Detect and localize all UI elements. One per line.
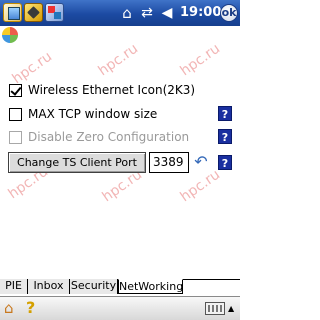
settings-icon[interactable] (45, 3, 64, 22)
help-button-zero-config[interactable]: ? (218, 129, 232, 144)
home-icon[interactable]: ⌂ (4, 300, 20, 316)
undo-icon[interactable]: ↶ (192, 153, 210, 171)
help-button-ts-port[interactable]: ? (218, 155, 232, 170)
status-bar: ⌂ ⇄ ◀ 19:00 ok (0, 0, 240, 26)
keyboard-icon[interactable] (205, 302, 225, 315)
tab-bar: PIE Inbox Security NetWorking (0, 279, 240, 294)
option-max-tcp-window-size[interactable]: MAX TCP window size (9, 106, 157, 122)
app-icon[interactable] (3, 3, 22, 22)
tab-inbox[interactable]: Inbox (28, 279, 70, 294)
tab-security[interactable]: Security (70, 279, 118, 294)
title-row (0, 26, 240, 44)
ts-port-input[interactable]: 3389 (149, 152, 189, 173)
ok-button[interactable]: ok (220, 4, 238, 22)
help-icon[interactable]: ? (26, 299, 40, 317)
tools-icon[interactable] (24, 3, 43, 22)
tab-networking[interactable]: NetWorking (118, 279, 183, 294)
checkbox-max-tcp-window-size[interactable] (9, 107, 22, 121)
option-label: Disable Zero Configuration (28, 130, 190, 144)
watermark: hpc.ru (95, 40, 142, 80)
checkbox-wireless-ethernet-icon[interactable] (9, 83, 22, 97)
chevron-up-icon[interactable]: ▲ (228, 303, 237, 315)
option-wireless-ethernet-icon[interactable]: Wireless Ethernet Icon(2K3) (9, 82, 195, 98)
windows-logo-icon (2, 27, 18, 43)
clock[interactable]: 19:00 (180, 4, 221, 22)
tab-pie[interactable]: PIE (0, 279, 28, 294)
option-disable-zero-configuration: Disable Zero Configuration (9, 129, 189, 145)
help-button-max-tcp[interactable]: ? (218, 106, 232, 121)
volume-icon[interactable]: ◀ (159, 4, 175, 22)
watermark: hpc.ru (177, 40, 224, 80)
option-label: MAX TCP window size (28, 107, 158, 121)
menu-bar: ⌂ ? ▲ (0, 296, 240, 320)
checkbox-disable-zero-configuration (9, 130, 22, 144)
change-ts-client-port-button[interactable]: Change TS Client Port (8, 152, 146, 173)
home-icon[interactable]: ⌂ (119, 4, 135, 22)
option-label: Wireless Ethernet Icon(2K3) (28, 83, 196, 97)
connectivity-icon[interactable]: ⇄ (138, 4, 156, 22)
